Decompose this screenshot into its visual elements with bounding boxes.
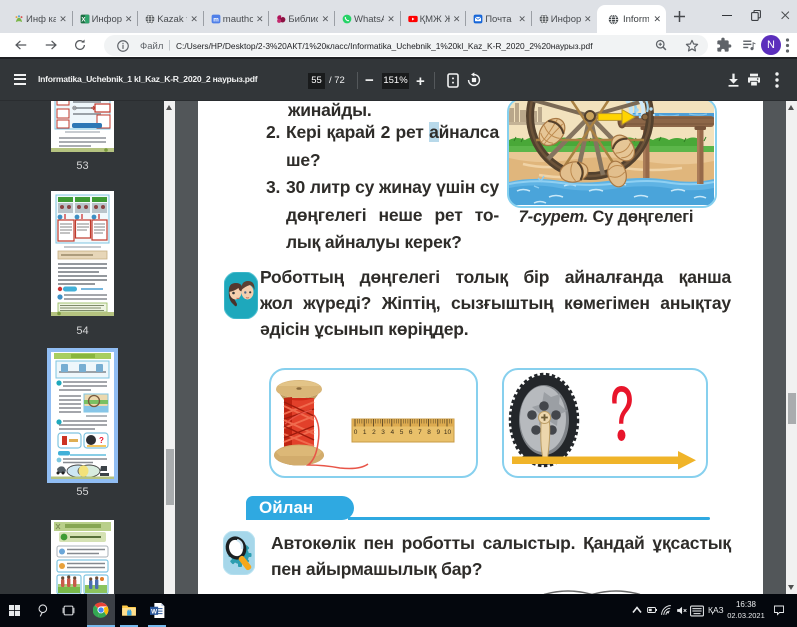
svg-text:8: 8 [427, 429, 431, 436]
svg-text:m: m [213, 17, 219, 24]
svg-text:W: W [151, 608, 157, 615]
svg-text:0: 0 [354, 429, 358, 436]
svg-text:9: 9 [436, 429, 440, 436]
svg-text:7: 7 [418, 429, 422, 436]
svg-text:6: 6 [409, 429, 413, 436]
svg-text:3: 3 [381, 429, 385, 436]
svg-text:10: 10 [444, 429, 452, 436]
svg-text:2: 2 [372, 429, 376, 436]
svg-text:5: 5 [400, 429, 404, 436]
svg-text:4: 4 [390, 429, 394, 436]
svg-text:1: 1 [363, 429, 367, 436]
svg-text:?: ? [99, 436, 104, 445]
